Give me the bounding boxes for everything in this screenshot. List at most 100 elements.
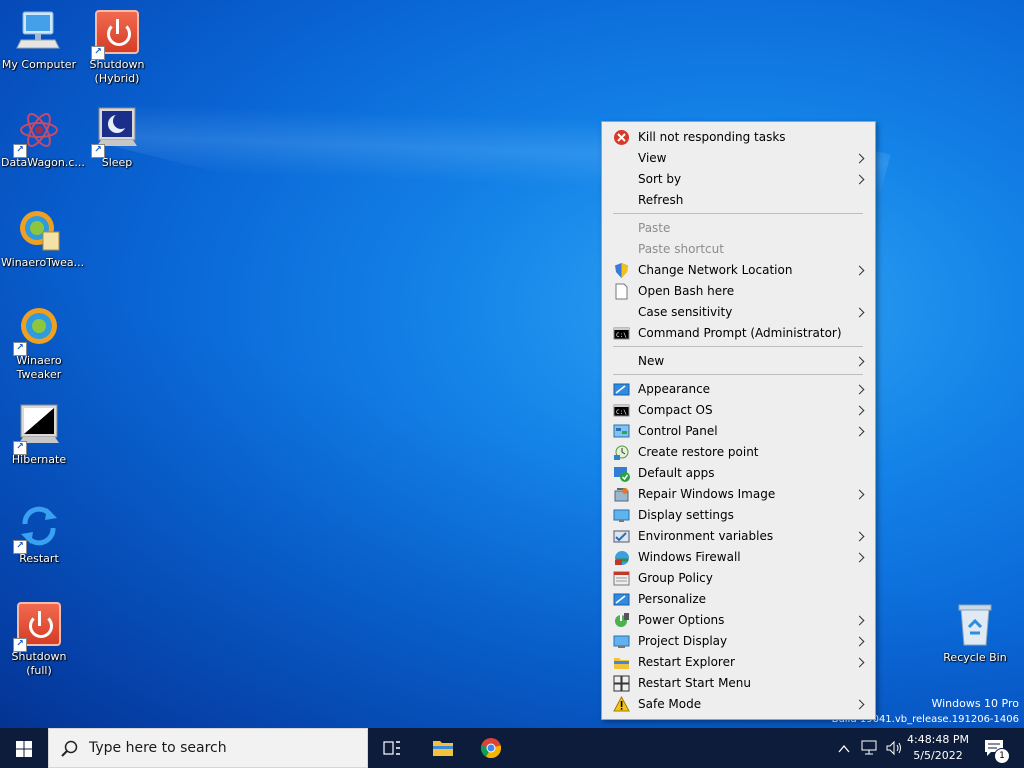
shield-icon [613, 262, 630, 279]
desktop-icon-sleep[interactable]: ↗ Sleep [79, 106, 155, 170]
windows-logo-icon [16, 741, 32, 761]
menu-item-label: Paste shortcut [638, 242, 724, 256]
menu-item-paste-shortcut: Paste shortcut [604, 239, 873, 260]
desktop-icon-restart[interactable]: ↗ Restart [1, 502, 77, 566]
menu-item-open-bash-here[interactable]: Open Bash here [604, 281, 873, 302]
menu-item-label: Personalize [638, 592, 707, 606]
desktop-icon-shutdown-full[interactable]: ↗ Shutdown (full) [1, 600, 77, 678]
network-icon[interactable] [861, 740, 879, 760]
svg-text:C:\: C:\ [616, 332, 627, 339]
menu-item-windows-firewall[interactable]: Windows Firewall [604, 547, 873, 568]
menu-item-kill-not-responding[interactable]: Kill not responding tasks [604, 127, 873, 148]
desktop-icon-label: Sleep [101, 156, 133, 169]
chevron-right-icon [854, 153, 865, 164]
menu-item-appearance[interactable]: Appearance [604, 379, 873, 400]
menu-item-sort-by[interactable]: Sort by [604, 169, 873, 190]
task-view-button[interactable] [376, 728, 408, 768]
menu-item-label: Project Display [638, 634, 728, 648]
desktop-icon-label: Hibernate [11, 453, 67, 466]
desktop-icon-label: WinaeroTwea... [1, 256, 85, 269]
menu-item-repair-windows-image[interactable]: Repair Windows Image [604, 484, 873, 505]
desktop-icon-winaero-tweaker[interactable]: ↗ Winaero Tweaker [1, 304, 77, 382]
menu-item-label: Safe Mode [638, 697, 702, 711]
folder-icon [613, 654, 630, 671]
taskbar-search-box[interactable]: Type here to search [48, 728, 368, 768]
desktop-icon-label: Winaero Tweaker [16, 354, 62, 381]
menu-item-label: Open Bash here [638, 284, 735, 298]
menu-item-control-panel[interactable]: Control Panel [604, 421, 873, 442]
desktop-icon-label: Shutdown (Hybrid) [89, 58, 145, 85]
menu-item-new[interactable]: New [604, 351, 873, 372]
taskbar-file-explorer[interactable] [424, 728, 462, 768]
desktop-icon-label: DataWagon.c... [1, 156, 85, 169]
menu-item-group-policy[interactable]: Group Policy [604, 568, 873, 589]
desktop-icon-my-computer[interactable]: My Computer [1, 8, 77, 72]
file-explorer-icon [432, 738, 454, 762]
power-icon: ↗ [13, 600, 63, 652]
menu-item-environment-variables[interactable]: Environment variables [604, 526, 873, 547]
chevron-right-icon [854, 531, 865, 542]
menu-item-restart-start-menu[interactable]: Restart Start Menu [604, 673, 873, 694]
repair-icon [613, 486, 630, 503]
menu-item-display-settings[interactable]: Display settings [604, 505, 873, 526]
menu-item-label: Repair Windows Image [638, 487, 776, 501]
menu-item-label: Command Prompt (Administrator) [638, 326, 842, 340]
menu-item-compact-os[interactable]: C:\ Compact OS [604, 400, 873, 421]
menu-item-label: Sort by [638, 172, 682, 186]
notification-badge: 1 [994, 748, 1010, 764]
volume-icon[interactable] [885, 740, 903, 760]
menu-item-label: Environment variables [638, 529, 774, 543]
cmd-icon: C:\ [613, 325, 630, 342]
action-center-button[interactable]: 1 [976, 728, 1016, 768]
menu-item-default-apps[interactable]: Default apps [604, 463, 873, 484]
taskbar-clock[interactable]: 4:48:48 PM 5/5/2022 [906, 732, 970, 766]
chevron-up-icon[interactable] [837, 741, 851, 760]
menu-item-label: Create restore point [638, 445, 759, 459]
datawagon-icon: ↗ [13, 106, 63, 158]
menu-item-label: Paste [638, 221, 671, 235]
menu-item-create-restore-point[interactable]: Create restore point [604, 442, 873, 463]
menu-item-view[interactable]: View [604, 148, 873, 169]
start-button[interactable] [0, 728, 48, 768]
chevron-right-icon [854, 426, 865, 437]
menu-item-project-display[interactable]: Project Display [604, 631, 873, 652]
chevron-right-icon [854, 489, 865, 500]
menu-item-label: Restart Explorer [638, 655, 735, 669]
clock-time: 4:48:48 PM [906, 733, 970, 746]
desktop-icon-shutdown-hybrid[interactable]: ↗ Shutdown (Hybrid) [79, 8, 155, 86]
restart-icon: ↗ [13, 502, 63, 554]
taskbar-chrome[interactable] [473, 728, 511, 768]
document-icon [613, 283, 630, 300]
watermark-edition: Windows 10 Pro [931, 697, 1019, 710]
menu-item-label: Kill not responding tasks [638, 130, 786, 144]
chevron-right-icon [854, 174, 865, 185]
menu-item-restart-explorer[interactable]: Restart Explorer [604, 652, 873, 673]
menu-item-case-sensitivity[interactable]: Case sensitivity [604, 302, 873, 323]
display-icon [613, 507, 630, 524]
desktop-icon-label: My Computer [1, 58, 77, 71]
clock-date: 5/5/2022 [913, 749, 963, 762]
menu-item-personalize[interactable]: Personalize [604, 589, 873, 610]
chrome-icon [480, 737, 502, 763]
appearance-icon [613, 381, 630, 398]
menu-item-safe-mode[interactable]: Safe Mode [604, 694, 873, 715]
menu-item-command-prompt-admin[interactable]: C:\ Command Prompt (Administrator) [604, 323, 873, 344]
menu-item-label: Change Network Location [638, 263, 793, 277]
desktop-icon-recycle-bin[interactable]: Recycle Bin [937, 601, 1013, 665]
task-view-icon [383, 739, 401, 761]
search-placeholder: Type here to search [89, 740, 227, 756]
windows-logo-icon [613, 675, 630, 692]
chevron-right-icon [854, 265, 865, 276]
chevron-right-icon [854, 356, 865, 367]
chevron-right-icon [854, 552, 865, 563]
menu-item-refresh[interactable]: Refresh [604, 190, 873, 211]
desktop-icon-datawagon[interactable]: ↗ DataWagon.c... [1, 106, 85, 170]
menu-item-power-options[interactable]: Power Options [604, 610, 873, 631]
desktop-icon-winaerotweaker-installer[interactable]: WinaeroTwea... [1, 206, 85, 270]
taskbar: Type here to search 4:48:48 PM 5/5/2022 … [0, 728, 1024, 768]
group-policy-icon [613, 570, 630, 587]
menu-item-change-network-location[interactable]: Change Network Location [604, 260, 873, 281]
desktop-icon-hibernate[interactable]: ↗ Hibernate [1, 403, 77, 467]
desktop-icon-label: Shutdown (full) [11, 650, 67, 677]
menu-item-label: New [638, 354, 665, 368]
